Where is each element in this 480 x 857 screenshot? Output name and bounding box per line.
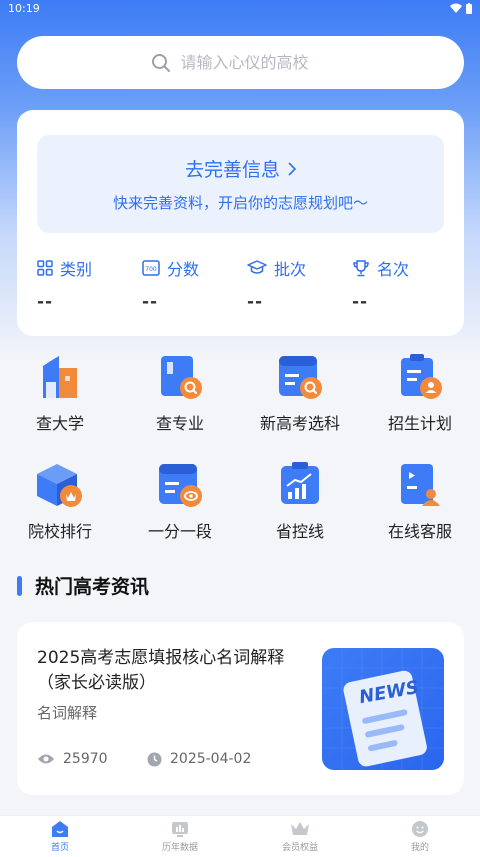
news-view-count: 25970: [63, 751, 108, 767]
tab-label: 首页: [50, 843, 69, 853]
eye-icon: [38, 754, 54, 764]
news-date: 2025-04-02: [147, 751, 251, 767]
feature-control-line[interactable]: 省控线: [240, 460, 360, 548]
search-input[interactable]: [180, 53, 331, 72]
stat-label: 类别: [60, 260, 93, 279]
chevron-right-icon: [288, 161, 296, 176]
data-icon: [172, 822, 188, 837]
feature-ranking[interactable]: 院校排行: [0, 460, 120, 548]
stat-score[interactable]: 700 分数 --: [142, 256, 247, 312]
complete-info-label: 去完善信息: [184, 159, 280, 181]
feature-label: 省控线: [275, 522, 324, 541]
stat-value: --: [37, 292, 54, 312]
search-icon: [151, 53, 170, 72]
news-category: 名词解释: [37, 704, 98, 722]
tab-membership[interactable]: 会员权益: [240, 816, 360, 857]
enrollment-plan-icon: [401, 354, 442, 399]
crown-icon: [291, 822, 309, 835]
complete-info-subtitle: 快来完善资料，开启你的志愿规划吧～: [112, 194, 368, 212]
subject-select-icon: [279, 356, 322, 399]
status-time: 10:19: [8, 1, 40, 15]
feature-enrollment-plan[interactable]: 招生计划: [360, 352, 480, 440]
feature-grid: 查大学 查专业 新高考选科 招生计划 院校排行 一分一段 省控线 在线客服: [0, 352, 480, 548]
major-search-icon: [161, 356, 202, 399]
home-icon: [52, 821, 68, 837]
profile-icon: [412, 821, 428, 837]
news-title: 2025高考志愿填报核心名词解释（家长必读版）: [37, 648, 285, 693]
trophy-icon: [353, 259, 369, 276]
newspaper-icon: NEWS: [322, 648, 444, 770]
stat-category-head: 类别: [37, 256, 142, 280]
bottom-tab-bar: 首页 历年数据 会员权益 我的: [0, 815, 480, 857]
section-accent-bar: [17, 575, 22, 596]
profile-card: 去完善信息 快来完善资料，开启你的志愿规划吧～ 类别 -- 700 分数 -- …: [17, 110, 464, 336]
news-views: 25970: [37, 751, 147, 767]
status-icons: [450, 2, 472, 14]
stats-row: 类别 -- 700 分数 -- 批次 -- 名次 --: [37, 256, 457, 312]
stat-value: --: [142, 292, 159, 312]
search-bar[interactable]: [17, 36, 464, 89]
tab-history-data[interactable]: 历年数据: [120, 816, 240, 857]
news-section-title: 热门高考资讯: [35, 576, 150, 598]
stat-label: 批次: [274, 260, 307, 279]
feature-major[interactable]: 查专业: [120, 352, 240, 440]
wifi-icon: [450, 3, 462, 13]
tab-label: 我的: [410, 843, 429, 853]
stat-value: --: [352, 292, 369, 312]
tab-label: 历年数据: [161, 843, 198, 853]
news-card[interactable]: 2025高考志愿填报核心名词解释（家长必读版） 名词解释 25970 2025-…: [17, 622, 464, 795]
clock-icon: [147, 752, 162, 766]
stat-label: 名次: [377, 260, 410, 279]
svg-text:700: 700: [145, 266, 157, 273]
battery-icon: [466, 2, 472, 14]
control-line-icon: [281, 462, 319, 504]
news-meta: 25970 2025-04-02: [37, 751, 251, 767]
feature-customer-service[interactable]: 在线客服: [360, 460, 480, 548]
feature-label: 查专业: [155, 414, 204, 433]
stat-rank[interactable]: 名次 --: [352, 256, 457, 312]
stat-value: --: [247, 292, 264, 312]
news-date-text: 2025-04-02: [170, 751, 252, 767]
news-thumbnail: NEWS: [322, 648, 444, 770]
feature-university[interactable]: 查大学: [0, 352, 120, 440]
tab-profile[interactable]: 我的: [360, 816, 480, 857]
graduation-cap-icon: [247, 260, 267, 274]
feature-subject-select[interactable]: 新高考选科: [240, 352, 360, 440]
university-icon: [43, 356, 77, 398]
feature-label: 查大学: [35, 414, 84, 433]
feature-label: 一分一段: [147, 522, 212, 541]
tab-label: 会员权益: [281, 843, 318, 853]
grid-icon: [37, 260, 53, 276]
complete-info-banner[interactable]: 去完善信息 快来完善资料，开启你的志愿规划吧～: [37, 135, 444, 233]
tab-home[interactable]: 首页: [0, 816, 120, 857]
ranking-icon: [37, 464, 82, 507]
stat-score-head: 700 分数: [142, 256, 247, 280]
complete-info-title: 去完善信息: [185, 155, 296, 182]
customer-service-icon: [401, 464, 440, 506]
stat-rank-head: 名次: [352, 256, 457, 280]
stat-batch[interactable]: 批次 --: [247, 256, 352, 312]
feature-score-segment[interactable]: 一分一段: [120, 460, 240, 548]
stat-batch-head: 批次: [247, 256, 352, 280]
status-bar: 10:19: [0, 0, 480, 16]
feature-label: 招生计划: [387, 414, 452, 433]
score-segment-icon: [159, 464, 202, 507]
feature-label: 新高考选科: [259, 414, 340, 433]
score-icon: 700: [142, 260, 160, 276]
stat-label: 分数: [167, 260, 200, 279]
stat-category[interactable]: 类别 --: [37, 256, 142, 312]
feature-label: 院校排行: [27, 522, 92, 541]
news-section-header: 热门高考资讯: [17, 572, 149, 599]
feature-label: 在线客服: [387, 522, 452, 541]
